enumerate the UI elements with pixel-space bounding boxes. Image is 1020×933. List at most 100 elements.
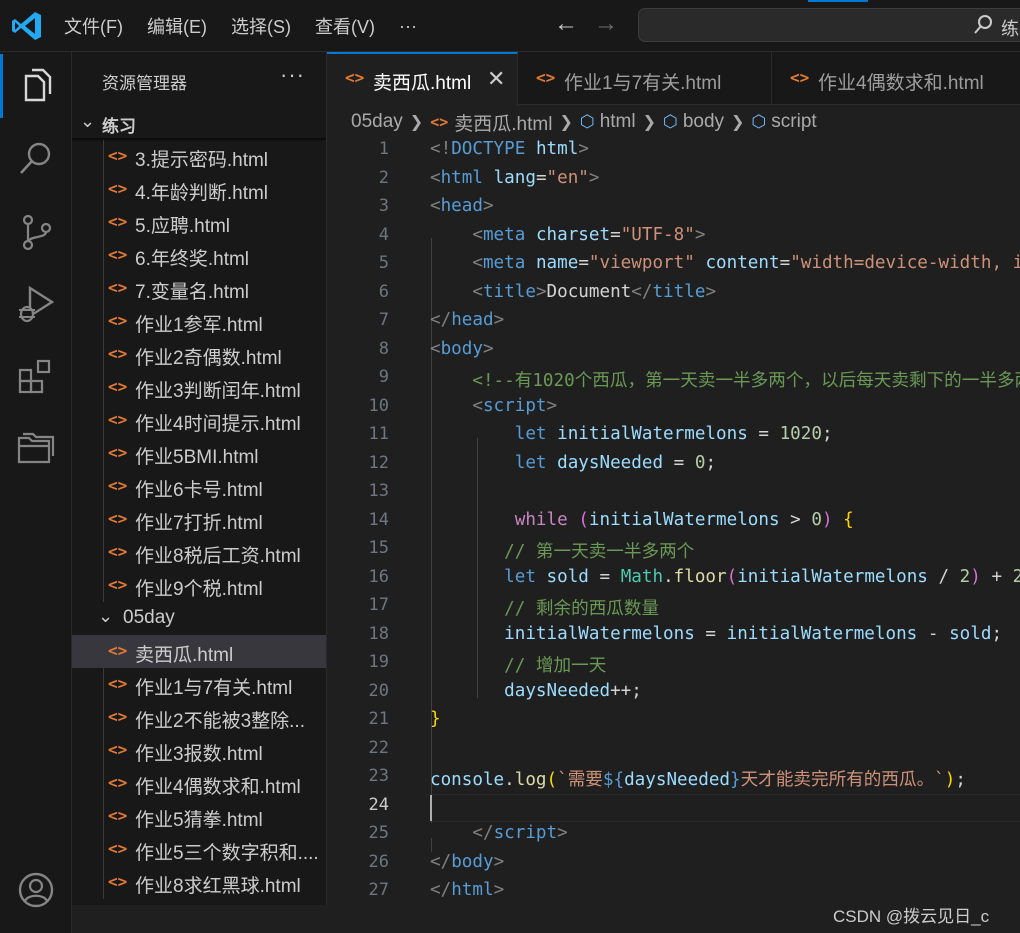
file-tree-item[interactable]: <> 作业3判断闰年.html <box>72 371 326 404</box>
extensions-icon[interactable] <box>16 356 56 396</box>
code-token: "viewport" <box>588 253 695 273</box>
code-token: html <box>535 139 579 159</box>
file-tree-item[interactable]: <> 作业9个税.html <box>72 569 326 602</box>
file-tree-item[interactable]: <> 作业2奇偶数.html <box>72 338 326 371</box>
file-tree-item[interactable]: <> 作业3报数.html <box>72 734 326 767</box>
code-token: ( <box>578 509 589 530</box>
file-tree-item[interactable]: <> 作业1与7有关.html <box>72 668 326 701</box>
code-line: </body> <box>430 852 504 872</box>
close-icon[interactable]: ✕ <box>487 66 505 92</box>
breadcrumb-folder[interactable]: 05day <box>351 111 403 133</box>
code-token: </ <box>430 851 452 872</box>
code-line: console.log(`需要${daysNeeded}天才能卖完所有的西瓜。`… <box>430 766 966 791</box>
folders-icon[interactable] <box>16 428 56 468</box>
code-token: body <box>440 338 483 359</box>
code-token: daysNeeded <box>504 680 611 701</box>
workspace-folder-header[interactable]: ⌄ 练习 <box>72 107 326 140</box>
code-token: = <box>578 253 589 273</box>
code-line: while (initialWatermelons > 0) { <box>430 510 854 530</box>
code-token: 2 <box>959 566 971 587</box>
file-tree-item[interactable]: <> 作业4偶数求和.html <box>72 767 326 800</box>
code-token: meta <box>482 224 526 245</box>
breadcrumb-html[interactable]: html <box>600 111 636 133</box>
html-file-icon: <> <box>108 278 128 297</box>
search-view-icon[interactable] <box>16 138 56 178</box>
breadcrumb-file[interactable]: 卖西瓜.html <box>454 109 552 136</box>
file-tree-item[interactable]: <> 6.年终奖.html <box>72 239 326 272</box>
menu-selection[interactable]: 选择(S) <box>219 13 303 39</box>
html-file-icon: <> <box>108 179 128 198</box>
file-tree-item[interactable]: <> 作业4时间提示.html <box>72 404 326 437</box>
breadcrumb-script[interactable]: script <box>771 111 816 133</box>
file-tree-item[interactable]: <> 作业1参军.html <box>72 305 326 338</box>
file-tree-item[interactable]: <> 作业2不能被3整除... <box>72 701 326 734</box>
line-number: 8 <box>378 338 389 359</box>
html-file-icon: <> <box>108 641 128 660</box>
line-number: 21 <box>368 709 389 729</box>
file-tree-item[interactable]: <> 作业8求红黑球.html <box>72 866 326 899</box>
run-debug-icon[interactable] <box>16 284 56 324</box>
code-line: // 剩余的西瓜数量 <box>430 595 659 620</box>
file-tree-item[interactable]: <> 作业5三个数字积和.... <box>72 833 326 866</box>
line-number: 22 <box>368 737 389 758</box>
tab-maixigua[interactable]: <> 卖西瓜.html ✕ <box>327 52 518 106</box>
file-tree-item[interactable]: <> 3.提示密码.html <box>72 140 326 173</box>
code-token: - <box>917 623 950 644</box>
menu-file[interactable]: 文件(F) <box>52 13 135 39</box>
explorer-icon[interactable] <box>16 66 56 106</box>
html-file-icon: <> <box>536 68 556 87</box>
line-number: 26 <box>368 851 389 872</box>
code-token: <!--有1020个西瓜，第一天卖一半多两个，以后每天卖剩下的一半多两个，问几天… <box>472 371 1020 391</box>
source-control-icon[interactable] <box>16 212 56 252</box>
file-tree-item[interactable]: <> 作业5猜拳.html <box>72 800 326 833</box>
line-number: 4 <box>378 224 389 245</box>
search-text: 练 <box>1001 19 1019 39</box>
file-tree-item[interactable]: <> 作业6卡号.html <box>72 470 326 503</box>
menu-edit[interactable]: 编辑(E) <box>135 13 219 39</box>
code-token: > <box>694 224 706 245</box>
nav-back-icon[interactable]: ← <box>554 10 578 38</box>
code-editor[interactable]: 1 2 3 4 5 6 7 8 9 10 11 12 13 14 15 16 17 18 19 20 21 22 23 24 2… <box>327 138 1020 933</box>
element-cube-icon: ⬡ <box>663 112 678 131</box>
file-tree-item[interactable]: <> 作业7打折.html <box>72 503 326 536</box>
tab-zuoye4[interactable]: <> 作业4偶数求和.html <box>772 52 1020 105</box>
code-token: initialWatermelons <box>504 623 695 644</box>
file-tree-item[interactable]: <> 作业8税后工资.html <box>72 536 326 569</box>
editor-tabs: <> 卖西瓜.html ✕ <> 作业1与7有关.html <> 作业4偶数求和… <box>327 52 1020 106</box>
nav-forward-icon[interactable]: → <box>594 10 618 38</box>
title-accent <box>808 0 868 2</box>
breadcrumb-body[interactable]: body <box>683 111 724 133</box>
code-token: daysNeeded <box>557 452 664 473</box>
tab-label: 作业4偶数求和.html <box>818 73 984 94</box>
account-icon[interactable] <box>16 870 56 910</box>
file-tree-item[interactable]: <> 卖西瓜.html <box>72 635 326 668</box>
file-tree-item[interactable]: <> 7.变量名.html <box>72 272 326 305</box>
chevron-down-icon: ⌄ <box>98 606 114 626</box>
file-tree-item[interactable]: <> 5.应聘.html <box>72 206 326 239</box>
code-token: . <box>663 566 674 587</box>
file-tree-item[interactable]: <> 4.年龄判断.html <box>72 173 326 206</box>
file-name: 作业6卡号.html <box>135 480 263 501</box>
tab-zuoye1[interactable]: <> 作业1与7有关.html <box>518 52 772 105</box>
code-token: ; <box>705 452 717 473</box>
file-tree-item[interactable]: <> 作业5BMI.html <box>72 437 326 470</box>
html-file-icon: <> <box>108 839 128 858</box>
command-center-search[interactable]: 练 <box>638 8 1020 42</box>
code-token: meta <box>482 253 526 273</box>
menu-more[interactable]: ··· <box>387 16 429 37</box>
folder-05day[interactable]: ⌄ 05day <box>72 602 326 635</box>
menu-view[interactable]: 查看(V) <box>303 13 387 39</box>
explorer-more-button[interactable]: ··· <box>280 62 305 88</box>
file-name: 5.应聘.html <box>135 216 231 237</box>
line-number: 19 <box>368 652 389 672</box>
code-token: < <box>472 224 483 245</box>
html-file-icon: <> <box>108 674 128 693</box>
explorer-sidebar: 资源管理器 ··· ⌄ 练习 <> 3.提示密码.html <> 4.年龄判断.htm… <box>72 52 327 905</box>
folder-label: 05day <box>123 607 175 628</box>
code-token: ) <box>944 770 956 790</box>
code-token: </ <box>631 281 653 302</box>
